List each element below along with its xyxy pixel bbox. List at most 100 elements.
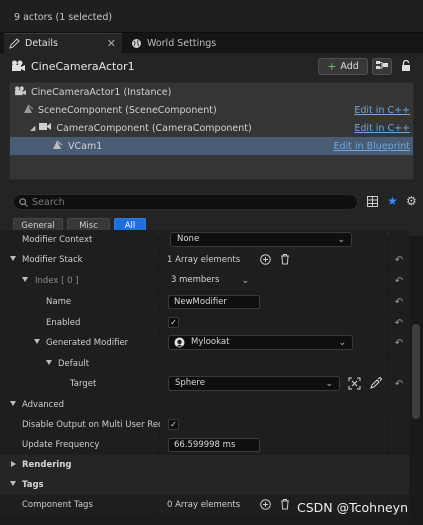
details-search-area: Search ★ ⚙ General Misc All xyxy=(0,188,423,236)
property-name-cell: Advanced xyxy=(0,395,409,415)
reset-to-default-icon[interactable]: ↶ xyxy=(389,333,409,353)
name-field[interactable]: NewModifier xyxy=(168,295,260,309)
tree-item-label: CineCameraActor1 (Instance) xyxy=(31,86,172,98)
expand-arrow-icon[interactable] xyxy=(11,461,16,467)
category-header: Rendering xyxy=(0,455,409,475)
add-component-button[interactable]: + Add xyxy=(318,58,368,75)
category-tags[interactable]: Tags xyxy=(0,475,409,495)
trash-icon[interactable] xyxy=(280,498,290,513)
property-label: Name xyxy=(46,297,72,307)
tree-item-camera-component[interactable]: ◢ CameraComponent (CameraComponent) Edit… xyxy=(10,119,413,137)
property-label: Component Tags xyxy=(22,500,93,510)
expand-arrow-icon[interactable] xyxy=(46,360,52,365)
property-value-cell: 1 Array elements xyxy=(160,250,387,270)
category-label: Tags xyxy=(22,480,44,490)
property-name-cell: Component Tags xyxy=(0,495,158,515)
enabled-checkbox[interactable]: ✓ xyxy=(168,317,179,328)
property-reset-cell xyxy=(389,415,409,435)
property-row-update-frequency: Update Frequency 66.599998 ms xyxy=(0,435,409,455)
expand-arrow-icon[interactable] xyxy=(34,339,40,344)
add-element-icon[interactable] xyxy=(260,254,271,268)
generated-modifier-combo[interactable]: Mylookat ⌄ xyxy=(168,335,353,350)
update-frequency-field[interactable]: 66.599998 ms xyxy=(168,438,260,452)
property-row-index-0: Index [ 0 ] 3 members ⌄ ↶ xyxy=(0,271,409,291)
property-grid: Modifier Context None ⌄ Modifier Stack 1… xyxy=(0,230,423,525)
actor-icon xyxy=(11,60,26,75)
reset-to-default-icon[interactable]: ↶ xyxy=(389,250,409,270)
property-label: Index [ 0 ] xyxy=(35,276,79,286)
scrollbar-thumb[interactable] xyxy=(412,324,420,419)
chevron-down-icon: ⌄ xyxy=(338,338,346,348)
filter-label: General xyxy=(21,220,55,231)
add-button-label: Add xyxy=(340,61,359,72)
lock-icon[interactable] xyxy=(401,59,411,74)
target-actor-combo[interactable]: Sphere ⌄ xyxy=(168,376,340,391)
property-label: Generated Modifier xyxy=(46,338,129,348)
chevron-down-icon: ⌄ xyxy=(325,379,333,389)
tree-item-scene-component[interactable]: SceneComponent (SceneComponent) Edit in … xyxy=(10,101,413,119)
vcam-icon xyxy=(52,140,63,153)
tree-item-vcam1[interactable]: VCam1 Edit in Blueprint xyxy=(10,137,413,155)
property-label: Modifier Stack xyxy=(22,255,83,265)
pick-actor-icon[interactable] xyxy=(348,377,361,393)
property-value-cell: ✓ xyxy=(160,313,387,333)
property-value-cell: ✓ xyxy=(160,415,387,435)
plus-icon: + xyxy=(327,60,337,73)
property-name-cell: Index [ 0 ] xyxy=(0,271,158,291)
eyedropper-icon[interactable] xyxy=(370,376,383,392)
actor-count-bar: 9 actors (1 selected) xyxy=(0,0,423,33)
tree-item-actor-instance[interactable]: CineCameraActor1 (Instance) xyxy=(10,83,413,101)
component-tree: CineCameraActor1 (Instance) SceneCompone… xyxy=(9,82,414,180)
array-count: 1 Array elements xyxy=(167,255,241,265)
property-row-modifier-context: Modifier Context None ⌄ xyxy=(0,230,409,250)
reset-to-default-icon[interactable]: ↶ xyxy=(389,374,409,394)
table-view-icon[interactable] xyxy=(367,196,378,210)
property-name-cell: Enabled xyxy=(0,313,158,333)
search-input[interactable]: Search xyxy=(13,194,358,210)
actor-icon xyxy=(14,85,27,99)
search-placeholder: Search xyxy=(32,197,65,208)
component-tree-panel: CineCameraActor1 (Instance) SceneCompone… xyxy=(0,80,423,188)
details-scrollbar[interactable] xyxy=(410,236,423,525)
expand-arrow-icon[interactable] xyxy=(10,256,16,261)
actor-name: CineCameraActor1 xyxy=(31,60,135,73)
reset-to-default-icon[interactable]: ↶ xyxy=(389,292,409,312)
tab-world-settings[interactable]: World Settings xyxy=(126,33,236,53)
property-row-advanced: Advanced xyxy=(0,395,409,415)
edit-in-cpp-link[interactable]: Edit in C++ xyxy=(354,123,410,134)
expand-arrow-icon[interactable] xyxy=(22,277,28,282)
watermark: CSDN @Tcohneyn xyxy=(297,500,408,515)
tab-details-label: Details xyxy=(25,38,58,49)
disable-output-checkbox[interactable]: ✓ xyxy=(168,419,179,430)
scene-component-icon xyxy=(23,104,34,117)
actor-count-text: 9 actors (1 selected) xyxy=(14,12,113,23)
chevron-down-icon: ⌄ xyxy=(337,235,345,245)
edit-in-cpp-link[interactable]: Edit in C++ xyxy=(354,105,410,116)
edit-in-blueprint-link[interactable]: Edit in Blueprint xyxy=(334,141,410,152)
modifier-context-combo[interactable]: None ⌄ xyxy=(170,232,352,247)
expand-arrow-icon[interactable]: ◢ xyxy=(30,124,35,132)
combo-value: Sphere xyxy=(175,378,205,388)
property-value-cell: 3 members ⌄ xyxy=(160,271,387,291)
gear-icon[interactable]: ⚙ xyxy=(406,194,417,208)
combo-value: Mylookat xyxy=(191,337,230,347)
blueprint-button[interactable] xyxy=(372,58,392,75)
tree-item-label: VCam1 xyxy=(68,140,103,152)
add-element-icon[interactable] xyxy=(260,499,271,513)
expand-arrow-icon[interactable] xyxy=(10,481,16,486)
index-members-combo[interactable]: 3 members ⌄ xyxy=(164,273,256,288)
property-row-modifier-stack: Modifier Stack 1 Array elements ↶ xyxy=(0,250,409,270)
combo-value: 3 members xyxy=(171,275,220,285)
filter-label: All xyxy=(124,220,136,231)
tab-details[interactable]: Details ✕ xyxy=(4,33,122,53)
tree-item-label: SceneComponent (SceneComponent) xyxy=(38,104,217,116)
category-rendering[interactable]: Rendering xyxy=(0,455,409,475)
property-label: Target xyxy=(70,379,97,389)
favorites-star-icon[interactable]: ★ xyxy=(387,194,398,208)
expand-arrow-icon[interactable] xyxy=(10,401,16,406)
reset-to-default-icon[interactable]: ↶ xyxy=(389,313,409,333)
close-icon[interactable]: ✕ xyxy=(107,37,116,50)
tree-item-label: CameraComponent (CameraComponent) xyxy=(56,122,252,134)
reset-to-default-icon[interactable]: ↶ xyxy=(389,271,409,291)
trash-icon[interactable] xyxy=(280,253,290,268)
